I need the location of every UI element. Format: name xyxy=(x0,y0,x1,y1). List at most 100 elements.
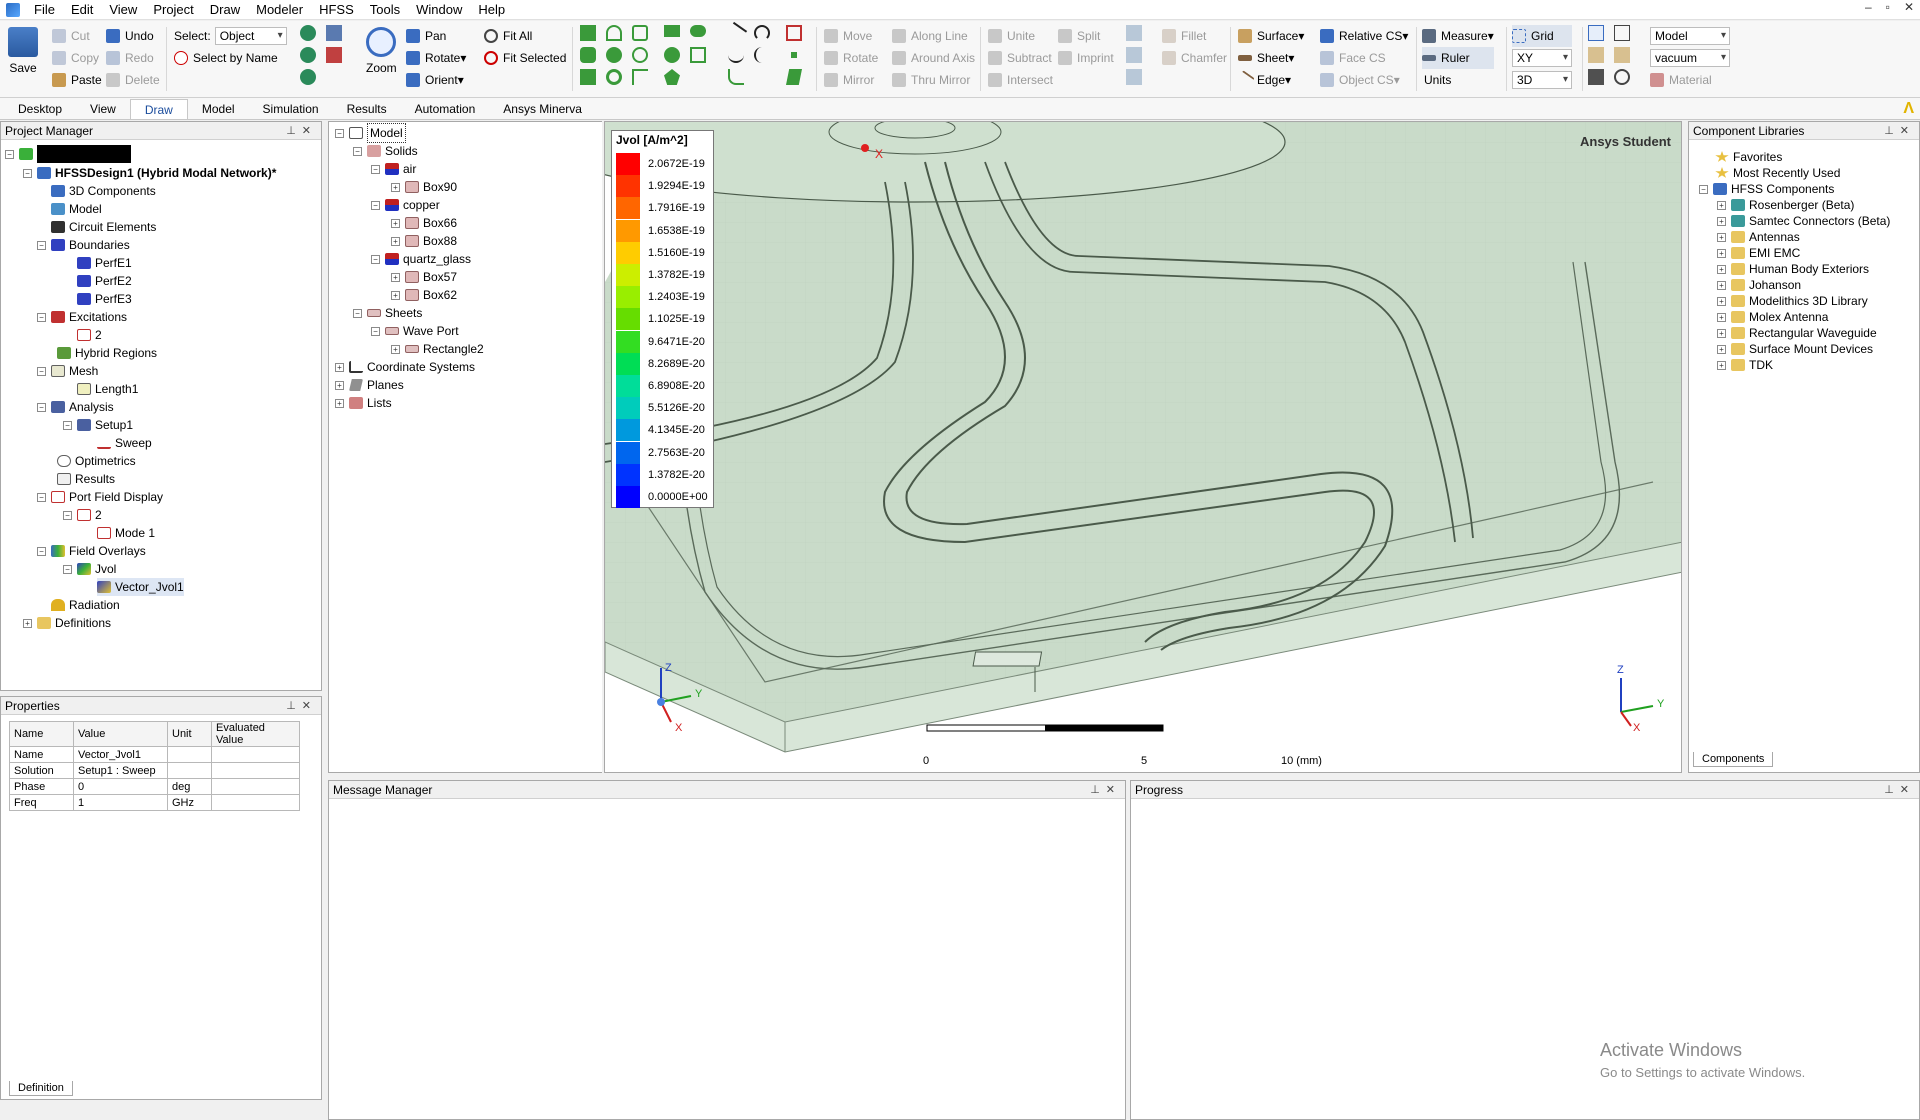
equation-surface-icon[interactable] xyxy=(690,47,706,63)
close-icon[interactable]: ✕ xyxy=(1900,784,1915,796)
expand-icon[interactable]: + xyxy=(1717,264,1726,274)
around-axis-button[interactable]: Around Axis xyxy=(892,47,975,69)
snap-center-icon[interactable] xyxy=(1614,25,1630,41)
material-dropdown[interactable]: vacuum xyxy=(1650,49,1730,67)
imprint-button[interactable]: Imprint xyxy=(1058,47,1114,69)
tree-item[interactable]: − Field Overlays xyxy=(37,542,146,560)
cone-icon[interactable] xyxy=(606,25,622,41)
orient-button[interactable]: Orient ▾ xyxy=(406,69,466,91)
minimize-button[interactable]: – xyxy=(1865,0,1872,14)
intersect-button[interactable]: Intersect xyxy=(988,69,1053,91)
collapse-icon[interactable]: − xyxy=(63,420,72,430)
bondwire-icon[interactable] xyxy=(632,69,648,85)
collapse-icon[interactable]: − xyxy=(37,402,46,412)
eye-icon[interactable] xyxy=(300,47,316,63)
snap-arc-icon[interactable] xyxy=(1614,69,1630,85)
collapse-icon[interactable]: − xyxy=(1699,184,1708,194)
along-line-button[interactable]: Along Line xyxy=(892,25,975,47)
tree-item[interactable]: − Boundaries xyxy=(37,236,130,254)
collapse-icon[interactable]: − xyxy=(37,240,46,250)
ruler-button[interactable]: Ruler xyxy=(1422,47,1494,69)
split-button[interactable]: Split xyxy=(1058,25,1114,47)
object-cs-button[interactable]: Object CS ▾ xyxy=(1320,69,1408,91)
eye-icon[interactable] xyxy=(300,25,316,41)
model-dropdown[interactable]: Model xyxy=(1650,27,1730,45)
tree-item-model[interactable]: − Model xyxy=(335,123,406,143)
menu-help[interactable]: Help xyxy=(470,2,513,17)
tree-item[interactable]: PerfE3 xyxy=(77,290,132,308)
zoom-button[interactable]: Zoom xyxy=(366,27,397,75)
property-value[interactable]: 1 xyxy=(73,794,168,811)
message-manager-panel[interactable]: Message Manager ⊥✕ xyxy=(328,780,1126,1120)
sphere-icon[interactable] xyxy=(606,47,622,63)
tree-item[interactable]: + Rectangle2 xyxy=(391,340,484,358)
tree-item[interactable]: Hybrid Regions xyxy=(57,344,157,362)
arc-icon[interactable] xyxy=(754,25,770,41)
menu-project[interactable]: Project xyxy=(145,2,201,17)
polyhedron-icon[interactable] xyxy=(580,69,596,85)
tree-item[interactable]: + Box62 xyxy=(391,286,457,304)
plane-icon[interactable] xyxy=(786,69,802,85)
menu-edit[interactable]: Edit xyxy=(63,2,101,17)
spline-icon[interactable] xyxy=(728,47,744,63)
menu-draw[interactable]: Draw xyxy=(202,2,248,17)
collapse-icon[interactable]: − xyxy=(23,168,32,178)
tree-item[interactable]: Model xyxy=(51,200,102,218)
tab-model[interactable]: Model xyxy=(188,99,249,119)
close-icon[interactable]: ✕ xyxy=(1106,784,1121,796)
expand-icon[interactable]: + xyxy=(335,380,344,390)
tree-item[interactable]: + Box88 xyxy=(391,232,457,250)
surface-button[interactable]: Surface ▾ xyxy=(1238,25,1304,47)
grid-button[interactable]: Grid xyxy=(1512,25,1572,47)
tree-item[interactable]: − Excitations xyxy=(37,308,127,326)
select-mode-dropdown[interactable]: Object xyxy=(214,27,287,45)
tab-simulation[interactable]: Simulation xyxy=(249,99,333,119)
3d-component-icon[interactable] xyxy=(786,25,802,41)
tree-item[interactable]: − Jvol xyxy=(63,560,116,578)
tree-item[interactable]: Circuit Elements xyxy=(51,218,156,236)
pin-icon[interactable]: ⊥ xyxy=(286,700,302,712)
close-icon[interactable]: ✕ xyxy=(302,700,317,712)
menu-view[interactable]: View xyxy=(101,2,145,17)
curve-icon[interactable] xyxy=(728,69,744,85)
collapse-icon[interactable]: − xyxy=(63,564,72,574)
cylinder-icon[interactable] xyxy=(632,25,648,41)
collapse-icon[interactable]: − xyxy=(371,200,380,210)
tree-item[interactable]: + Coordinate Systems xyxy=(335,358,475,376)
tab-results[interactable]: Results xyxy=(333,99,401,119)
tree-item[interactable]: − Solids xyxy=(353,142,418,160)
tree-item[interactable]: − Port Field Display xyxy=(37,488,163,506)
collapse-icon[interactable]: − xyxy=(37,312,46,322)
tree-item[interactable]: 2 xyxy=(77,326,102,344)
eye-icon[interactable] xyxy=(300,69,316,85)
tree-item[interactable]: + Box90 xyxy=(391,178,457,196)
point-icon[interactable] xyxy=(791,52,797,58)
snap-face-icon[interactable] xyxy=(1588,47,1604,63)
menu-window[interactable]: Window xyxy=(408,2,470,17)
pan-button[interactable]: Pan xyxy=(406,25,466,47)
tab-automation[interactable]: Automation xyxy=(401,99,490,119)
close-icon[interactable]: ✕ xyxy=(302,125,317,137)
property-value[interactable]: 0 xyxy=(73,778,168,795)
thicken-icon[interactable] xyxy=(1126,47,1142,63)
rotate-object-button[interactable]: Rotate xyxy=(824,47,878,69)
collapse-icon[interactable]: − xyxy=(371,164,380,174)
tree-item[interactable]: Sweep xyxy=(97,434,152,452)
tree-item-design[interactable]: − HFSSDesign1 (Hybrid Modal Network)* xyxy=(23,164,276,182)
polygon-icon[interactable] xyxy=(664,69,680,85)
expand-icon[interactable]: + xyxy=(1717,328,1726,338)
collapse-icon[interactable]: − xyxy=(335,128,344,138)
tree-item[interactable]: Optimetrics xyxy=(57,452,136,470)
3d-viewport[interactable]: X Jvol [A/m^2] 2.0672E-19 1.9294E-19 1.791… xyxy=(604,121,1682,773)
collapse-icon[interactable]: − xyxy=(63,510,72,520)
delete-button[interactable]: Delete xyxy=(106,69,160,91)
expand-icon[interactable]: + xyxy=(23,618,32,628)
tree-item[interactable]: Radiation xyxy=(51,596,120,614)
expand-icon[interactable]: + xyxy=(335,398,344,408)
units-button[interactable]: Units xyxy=(1422,69,1494,91)
tab-components[interactable]: Components xyxy=(1693,752,1774,767)
expand-icon[interactable]: + xyxy=(1717,360,1726,370)
snap-vertex-icon[interactable] xyxy=(1588,69,1604,85)
circle-icon[interactable] xyxy=(664,47,680,63)
expand-icon[interactable]: + xyxy=(1717,216,1726,226)
